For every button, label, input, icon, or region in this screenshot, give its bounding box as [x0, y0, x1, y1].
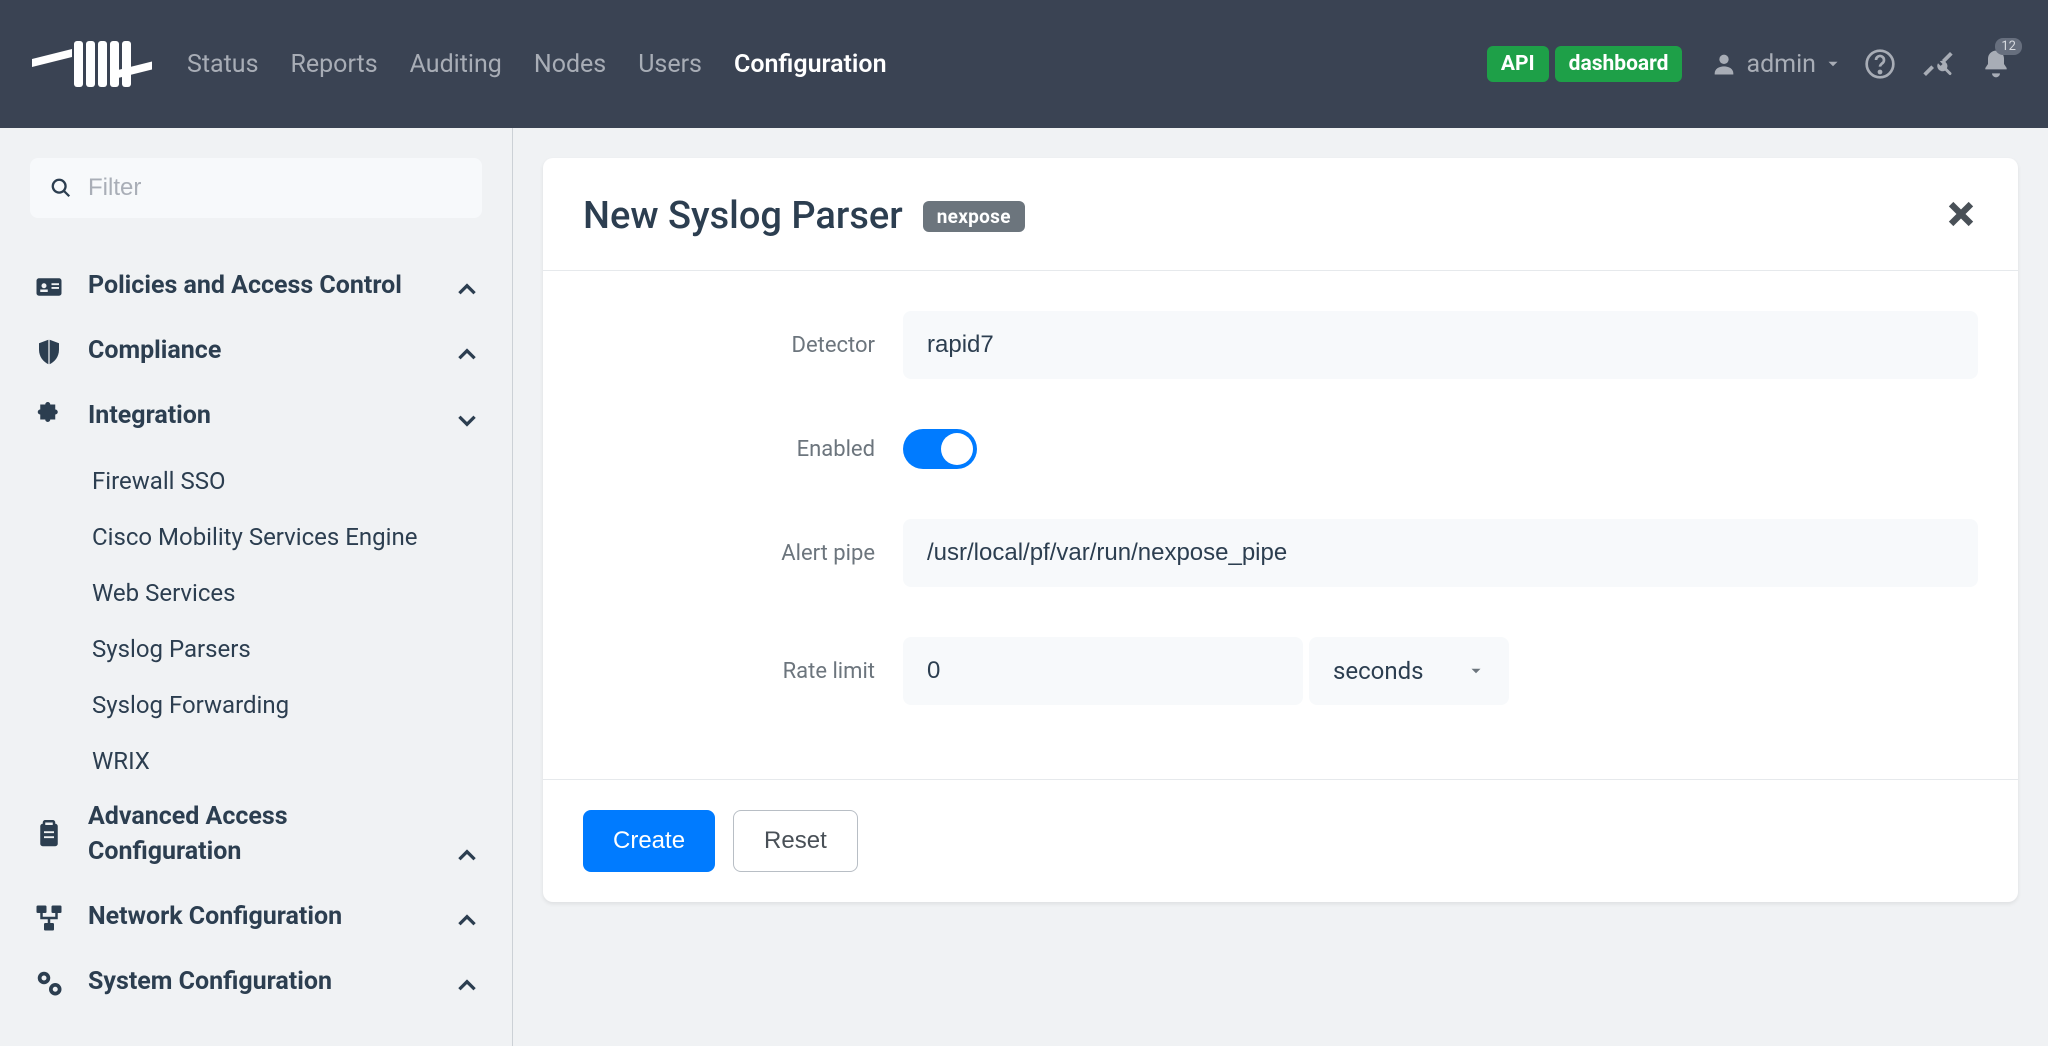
close-icon: [1944, 197, 1978, 231]
parser-type-pill: nexpose: [923, 201, 1025, 232]
sidebar-item-label: Advanced Access Configuration: [88, 799, 432, 869]
sidebar-item-compliance[interactable]: Compliance: [30, 323, 482, 388]
help-icon: [1864, 48, 1896, 80]
page-title: New Syslog Parser: [583, 194, 903, 238]
chevron-up-icon: [454, 342, 480, 368]
sidebar-sub-syslog-forwarding[interactable]: Syslog Forwarding: [92, 677, 482, 733]
nav-users[interactable]: Users: [638, 50, 702, 79]
sidebar-sub-syslog-parsers[interactable]: Syslog Parsers: [92, 621, 482, 677]
sidebar-item-label: Network Configuration: [88, 899, 432, 934]
shield-icon: [32, 334, 66, 368]
sidebar-item-label: Policies and Access Control: [88, 268, 432, 303]
user-menu[interactable]: admin: [1710, 50, 1842, 79]
alertpipe-label: Alert pipe: [583, 541, 903, 566]
main: New Syslog Parser nexpose Detector Enabl…: [513, 128, 2048, 1046]
sidebar-item-network-config[interactable]: Network Configuration: [30, 889, 482, 954]
caret-down-icon: [1824, 55, 1842, 73]
ratelimit-unit-select[interactable]: seconds: [1309, 637, 1509, 705]
chevron-up-icon: [454, 843, 480, 869]
card-header: New Syslog Parser nexpose: [543, 158, 2018, 271]
sidebar-sub-firewall-sso[interactable]: Firewall SSO: [92, 453, 482, 509]
sidebar-sub-cisco-mse[interactable]: Cisco Mobility Services Engine: [92, 509, 482, 565]
navbar: Status Reports Auditing Nodes Users Conf…: [0, 0, 2048, 128]
ratelimit-input[interactable]: [903, 637, 1303, 705]
sidebar-sub-wrix[interactable]: WRIX: [92, 733, 482, 789]
user-icon: [1710, 50, 1738, 78]
toggle-knob: [941, 433, 973, 465]
id-card-icon: [32, 269, 66, 303]
enabled-toggle[interactable]: [903, 429, 977, 469]
tools-icon: [1922, 48, 1954, 80]
create-button[interactable]: Create: [583, 810, 715, 872]
caret-down-icon: [1467, 662, 1485, 680]
ratelimit-unit-value: seconds: [1333, 657, 1424, 685]
nav-reports[interactable]: Reports: [290, 50, 377, 79]
gears-icon: [32, 965, 66, 999]
detector-input[interactable]: [903, 311, 1978, 379]
nav-right: API dashboard admin 12: [1487, 44, 2016, 84]
notifications-button[interactable]: 12: [1976, 44, 2016, 84]
network-icon: [32, 900, 66, 934]
ratelimit-label: Rate limit: [583, 659, 903, 684]
tools-button[interactable]: [1918, 44, 1958, 84]
detector-label: Detector: [583, 333, 903, 358]
reset-button[interactable]: Reset: [733, 810, 858, 872]
search-icon: [50, 177, 72, 199]
app-logo[interactable]: [32, 29, 152, 99]
nav-auditing[interactable]: Auditing: [410, 50, 502, 79]
chevron-up-icon: [454, 908, 480, 934]
nav-configuration[interactable]: Configuration: [734, 50, 887, 79]
badge-api[interactable]: API: [1487, 46, 1549, 82]
sidebar-sub-web-services[interactable]: Web Services: [92, 565, 482, 621]
nav-links: Status Reports Auditing Nodes Users Conf…: [187, 50, 887, 79]
nav-status[interactable]: Status: [187, 50, 258, 79]
close-button[interactable]: [1944, 197, 1978, 235]
sidebar-item-integration[interactable]: Integration: [30, 388, 482, 453]
filter-input[interactable]: [88, 174, 462, 202]
sidebar-item-advanced-access[interactable]: Advanced Access Configuration: [30, 789, 482, 889]
sidebar-item-system-config[interactable]: System Configuration: [30, 954, 482, 1019]
notification-count: 12: [1995, 38, 2022, 55]
chevron-down-icon: [454, 407, 480, 433]
sidebar-item-label: Integration: [88, 398, 432, 433]
enabled-label: Enabled: [583, 437, 903, 462]
badge-dashboard[interactable]: dashboard: [1555, 46, 1683, 82]
sidebar-filter[interactable]: [30, 158, 482, 218]
chevron-up-icon: [454, 277, 480, 303]
user-name: admin: [1746, 50, 1816, 79]
sidebar-item-label: System Configuration: [88, 964, 432, 999]
sidebar-item-policies[interactable]: Policies and Access Control: [30, 258, 482, 323]
sidebar-item-label: Compliance: [88, 333, 432, 368]
clipboard-icon: [32, 817, 66, 851]
nav-nodes[interactable]: Nodes: [534, 50, 606, 79]
form-card: New Syslog Parser nexpose Detector Enabl…: [543, 158, 2018, 902]
alertpipe-input[interactable]: [903, 519, 1978, 587]
help-button[interactable]: [1860, 44, 1900, 84]
puzzle-icon: [32, 399, 66, 433]
sidebar: Policies and Access Control Compliance I…: [0, 128, 513, 1046]
chevron-up-icon: [454, 973, 480, 999]
